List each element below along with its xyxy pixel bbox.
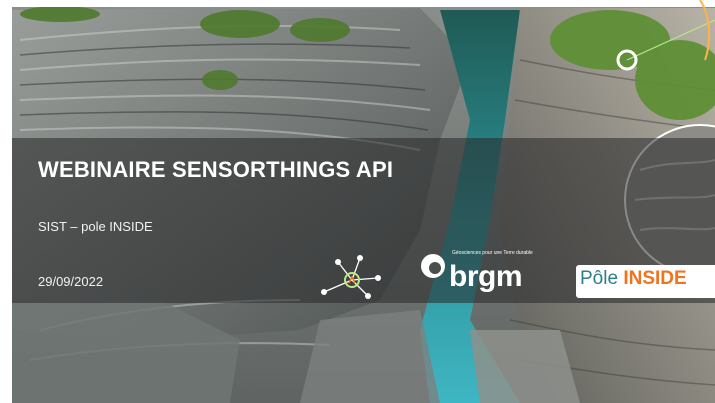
pole-inside-part1: Pôle [580, 268, 624, 289]
brgm-tagline: Géosciences pour une Terre durable [452, 250, 533, 256]
network-sensor-icon [321, 255, 381, 299]
slide-date: 29/09/2022 [38, 274, 104, 289]
brgm-swirl-icon [421, 254, 445, 278]
pole-inside-wordmark: Pôle INSIDE [580, 268, 687, 290]
slide-title: WEBINAIRE SENSORTHINGS API [38, 157, 394, 182]
brgm-wordmark: brgm [449, 260, 523, 293]
slide-subtitle: SIST – pole INSIDE [38, 219, 153, 234]
slide: WEBINAIRE SENSORTHINGS API SIST – pole I… [0, 0, 715, 403]
pole-inside-part2: INSIDE [623, 268, 687, 289]
